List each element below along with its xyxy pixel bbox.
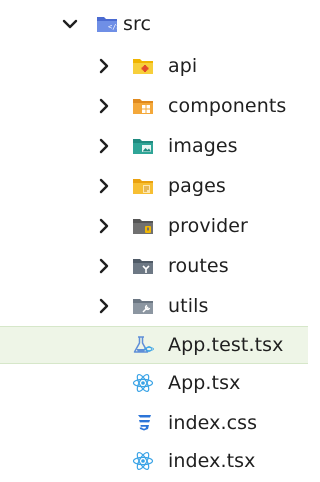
chevron-right-icon[interactable]: [96, 178, 112, 194]
tree-item-label: App.test.tsx: [168, 334, 284, 356]
file-explorer-tree: </> src api components: [0, 0, 308, 473]
tree-item-src[interactable]: </> src: [0, 4, 308, 40]
tree-item-label: index.tsx: [168, 450, 256, 472]
routes-folder-icon: [133, 259, 153, 274]
tree-item-label: App.tsx: [168, 372, 241, 394]
test-flask-icon: [133, 336, 154, 353]
chevron-down-icon[interactable]: [62, 16, 78, 32]
chevron-right-icon[interactable]: [96, 98, 112, 114]
tree-item-app-test-tsx[interactable]: App.test.tsx: [0, 326, 308, 364]
react-icon: [132, 451, 154, 471]
tree-item-components[interactable]: components: [0, 88, 308, 124]
tree-item-label: src: [123, 13, 152, 35]
tree-item-routes[interactable]: routes: [0, 248, 308, 284]
chevron-right-icon[interactable]: [96, 298, 112, 314]
chevron-right-icon[interactable]: [96, 258, 112, 274]
tree-item-images[interactable]: images: [0, 128, 308, 164]
components-folder-icon: [133, 99, 153, 114]
tree-item-label: api: [168, 55, 198, 77]
utils-folder-icon: [133, 299, 153, 314]
tree-item-label: index.css: [168, 412, 258, 434]
api-folder-icon: [133, 59, 153, 74]
tree-item-label: pages: [168, 175, 226, 197]
chevron-right-icon[interactable]: [96, 218, 112, 234]
src-folder-icon: </>: [97, 17, 118, 32]
chevron-right-icon[interactable]: [96, 58, 112, 74]
tree-item-utils[interactable]: utils: [0, 288, 308, 324]
svg-text:</>: </>: [108, 23, 118, 31]
provider-folder-icon: [133, 219, 153, 234]
images-folder-icon: [133, 139, 153, 154]
pages-folder-icon: [133, 179, 153, 194]
tree-item-index-tsx[interactable]: index.tsx: [0, 446, 308, 482]
tree-item-label: components: [168, 95, 287, 117]
react-icon: [132, 373, 154, 393]
tree-item-pages[interactable]: pages: [0, 168, 308, 204]
chevron-right-icon[interactable]: [96, 138, 112, 154]
tree-item-label: images: [168, 135, 238, 157]
tree-item-provider[interactable]: provider: [0, 208, 308, 244]
tree-item-label: utils: [168, 295, 209, 317]
tree-item-app-tsx[interactable]: App.tsx: [0, 366, 308, 402]
tree-item-label: provider: [168, 215, 248, 237]
tree-item-index-css[interactable]: index.css: [0, 406, 308, 442]
tree-item-label: routes: [168, 255, 229, 277]
tree-item-api[interactable]: api: [0, 48, 308, 84]
css-icon: [138, 415, 151, 431]
